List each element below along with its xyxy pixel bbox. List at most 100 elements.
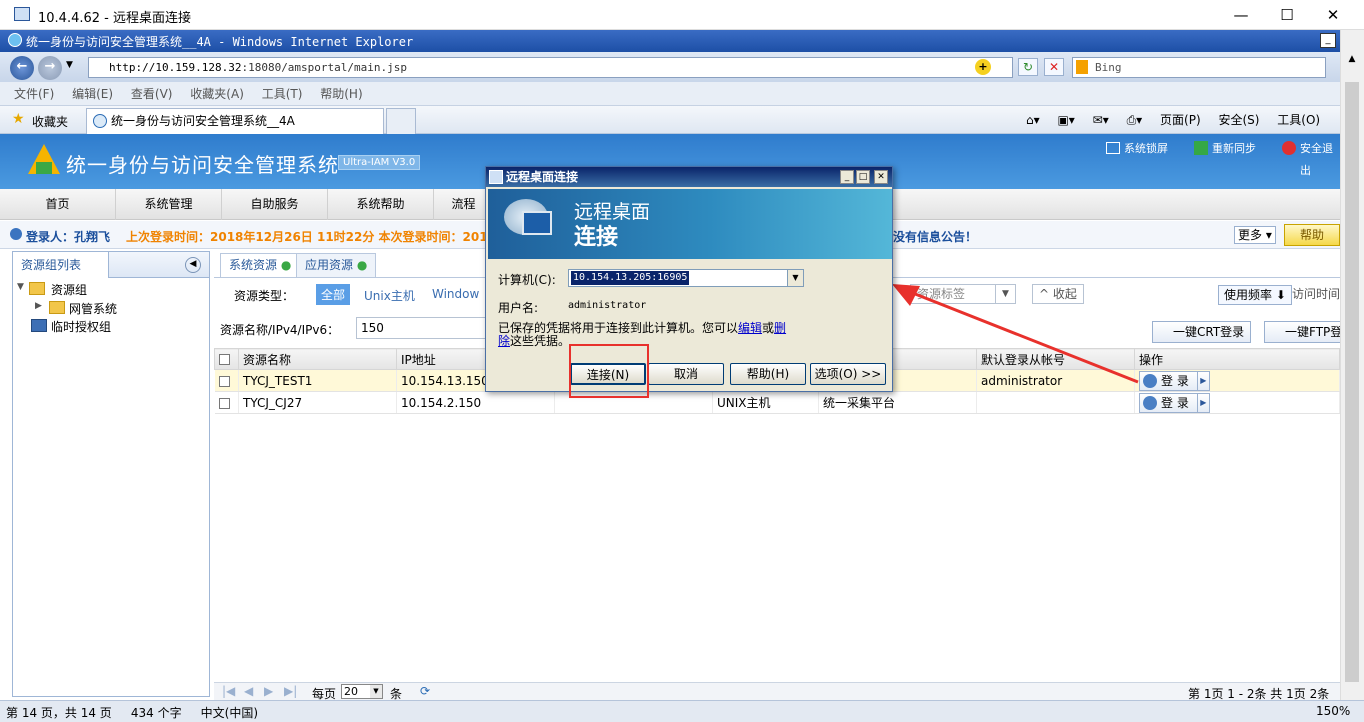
cell-platform: 统一采集平台 bbox=[818, 391, 977, 414]
rss-icon[interactable]: ▣▾ bbox=[1057, 113, 1074, 127]
minimize-button[interactable]: — bbox=[1218, 0, 1264, 30]
new-tab-button[interactable] bbox=[386, 108, 416, 134]
history-dropdown-icon[interactable]: ▼ bbox=[66, 60, 73, 70]
print-icon[interactable]: ⎙▾ bbox=[1127, 113, 1143, 127]
sort-time-button[interactable]: 访问时间 bbox=[1292, 285, 1340, 305]
maximize-button[interactable]: ☐ bbox=[1264, 0, 1310, 30]
resource-group-tab[interactable]: 资源组列表 bbox=[13, 252, 109, 278]
zoom-level[interactable]: 150% bbox=[1316, 704, 1350, 718]
menu-edit[interactable]: 编辑(E) bbox=[72, 82, 113, 106]
compat-view-icon[interactable]: + bbox=[975, 59, 991, 75]
filter-all[interactable]: 全部 bbox=[316, 284, 351, 305]
help-button[interactable]: 帮助 bbox=[1284, 224, 1340, 246]
search-name-label: 资源名称/IPv4/IPv6： bbox=[220, 323, 340, 337]
chevron-down-icon[interactable]: ▼ bbox=[787, 270, 803, 286]
resource-search-input[interactable]: 150 bbox=[356, 317, 486, 339]
row-checkbox[interactable] bbox=[218, 375, 230, 387]
pager-next-icon[interactable]: ▶ bbox=[264, 684, 273, 698]
sort-frequency-button[interactable]: 使用频率 ⬇ bbox=[1218, 285, 1292, 305]
scroll-up-icon[interactable]: ▲ bbox=[1341, 54, 1363, 70]
per-page-select[interactable]: 20 ▼ bbox=[341, 684, 383, 699]
refresh-icon[interactable]: ↻ bbox=[1018, 58, 1038, 76]
pager-first-icon[interactable]: |◀ bbox=[222, 684, 235, 698]
ie-restore-button[interactable]: _ bbox=[1320, 33, 1336, 48]
computer-combobox[interactable]: 10.154.13.205:16905 ▼ bbox=[568, 269, 804, 287]
vertical-scrollbar[interactable]: ▲ bbox=[1340, 30, 1364, 700]
back-button[interactable]: ← bbox=[10, 56, 34, 80]
mail-icon[interactable]: ✉▾ bbox=[1093, 113, 1109, 127]
more-button[interactable]: 更多 ▾ bbox=[1234, 226, 1276, 244]
dialog-maximize-button[interactable]: □ bbox=[856, 170, 870, 184]
tree-expand-icon[interactable]: ▶ bbox=[35, 301, 42, 311]
scroll-thumb[interactable] bbox=[1345, 82, 1359, 682]
menu-file[interactable]: 文件(F) bbox=[14, 82, 54, 106]
tree-node-resource-group[interactable]: 资源组 bbox=[51, 281, 87, 298]
app-logo-inner bbox=[36, 162, 52, 174]
home-icon[interactable]: ⌂▾ bbox=[1026, 113, 1040, 127]
lock-screen-label: 系统锁屏 bbox=[1124, 142, 1168, 155]
pager-prev-icon[interactable]: ◀ bbox=[244, 684, 253, 698]
menu-help[interactable]: 帮助(H) bbox=[320, 82, 362, 106]
nav-system-help[interactable]: 系统帮助 bbox=[328, 189, 434, 220]
stop-icon[interactable]: ✕ bbox=[1044, 58, 1064, 76]
crt-login-button[interactable]: 一键CRT登录 bbox=[1152, 321, 1252, 343]
table-row[interactable]: TYCJ_CJ27 10.154.2.150 UNIX主机 统一采集平台 登 录… bbox=[214, 391, 1340, 414]
pager-last-icon[interactable]: ▶| bbox=[284, 684, 297, 698]
cell-ip: 10.154.2.150 bbox=[396, 391, 555, 414]
tab-app-resources[interactable]: 应用资源 ● bbox=[296, 253, 377, 277]
dialog-close-button[interactable]: ✕ bbox=[874, 170, 888, 184]
help-dialog-button[interactable]: 帮助(H) bbox=[730, 363, 806, 385]
dialog-minimize-button[interactable]: _ bbox=[840, 170, 854, 184]
page-menu[interactable]: 页面(P) bbox=[1160, 113, 1201, 127]
ie-menu-bar: 文件(F) 编辑(E) 查看(V) 收藏夹(A) 工具(T) 帮助(H) bbox=[0, 82, 1364, 106]
user-icon bbox=[1143, 373, 1157, 388]
browser-tab-active[interactable]: 统一身份与访问安全管理系统__4A bbox=[86, 108, 384, 134]
login-label: 登 录 bbox=[1161, 396, 1189, 410]
resync-icon bbox=[1194, 141, 1208, 155]
forward-button[interactable]: → bbox=[38, 56, 62, 80]
more-label: 更多 bbox=[1238, 228, 1263, 242]
rdp-dialog: 远程桌面连接 _ □ ✕ 远程桌面 连接 计算机(C): 10.154.13.2… bbox=[485, 166, 893, 392]
filter-windows[interactable]: Window bbox=[432, 287, 479, 301]
nav-self-service[interactable]: 自助服务 bbox=[222, 189, 328, 220]
nav-home[interactable]: 首页 bbox=[0, 189, 116, 220]
tree-node-network-system[interactable]: 网管系统 bbox=[69, 300, 117, 317]
annotation-arrow bbox=[892, 284, 1139, 384]
col-resource-name[interactable]: 资源名称 bbox=[238, 348, 397, 370]
cancel-button[interactable]: 取消 bbox=[648, 363, 724, 385]
menu-favorites[interactable]: 收藏夹(A) bbox=[190, 82, 244, 106]
favorites-button[interactable]: 收藏夹 bbox=[32, 113, 68, 130]
login-button[interactable]: 登 录 ▶ bbox=[1139, 370, 1210, 391]
row-checkbox[interactable] bbox=[218, 397, 230, 409]
tab-system-resources[interactable]: 系统资源 ● bbox=[220, 253, 301, 277]
login-button[interactable]: 登 录 ▶ bbox=[1139, 392, 1210, 413]
tree-expand-icon[interactable]: ▼ bbox=[17, 282, 24, 292]
tools-menu[interactable]: 工具(O) bbox=[1277, 113, 1320, 127]
login-dropdown-icon[interactable]: ▶ bbox=[1196, 371, 1209, 390]
banner-line2: 连接 bbox=[574, 225, 619, 250]
safety-menu[interactable]: 安全(S) bbox=[1218, 113, 1259, 127]
collapse-left-icon[interactable]: ◀ bbox=[185, 257, 201, 273]
url-input[interactable]: http://10.159.128.32:18080/amsportal/mai… bbox=[88, 57, 1013, 78]
pager-refresh-icon[interactable]: ⟳ bbox=[420, 684, 430, 698]
filter-unix[interactable]: Unix主机 bbox=[364, 287, 415, 304]
login-dropdown-icon[interactable]: ▶ bbox=[1196, 393, 1209, 412]
search-input[interactable]: Bing bbox=[1072, 57, 1326, 78]
nav-system-admin[interactable]: 系统管理 bbox=[116, 189, 222, 220]
tree-node-temp-auth[interactable]: 临时授权组 bbox=[51, 318, 111, 335]
lock-screen-icon bbox=[1106, 142, 1120, 154]
select-all-checkbox[interactable] bbox=[219, 354, 230, 365]
ftp-login-button[interactable]: 一键FTP登 bbox=[1264, 321, 1344, 343]
url-path: :18080/amsportal/main.jsp bbox=[241, 61, 408, 74]
cell-name: TYCJ_TEST1 bbox=[238, 369, 397, 392]
edit-credentials-link[interactable]: 编辑 bbox=[738, 321, 762, 335]
menu-tools[interactable]: 工具(T) bbox=[262, 82, 303, 106]
row-select-cell bbox=[214, 391, 239, 414]
tab-system-resources-label: 系统资源 bbox=[229, 258, 278, 272]
close-button[interactable]: ✕ bbox=[1310, 0, 1356, 30]
menu-view[interactable]: 查看(V) bbox=[131, 82, 173, 106]
ie-window-title: 统一身份与访问安全管理系统__4A - Windows Internet Exp… bbox=[26, 35, 414, 49]
options-button[interactable]: 选项(O) >> bbox=[810, 363, 886, 385]
tab-app-resources-label: 应用资源 bbox=[305, 258, 354, 272]
url-host: http://10.159.128.32 bbox=[109, 61, 242, 74]
